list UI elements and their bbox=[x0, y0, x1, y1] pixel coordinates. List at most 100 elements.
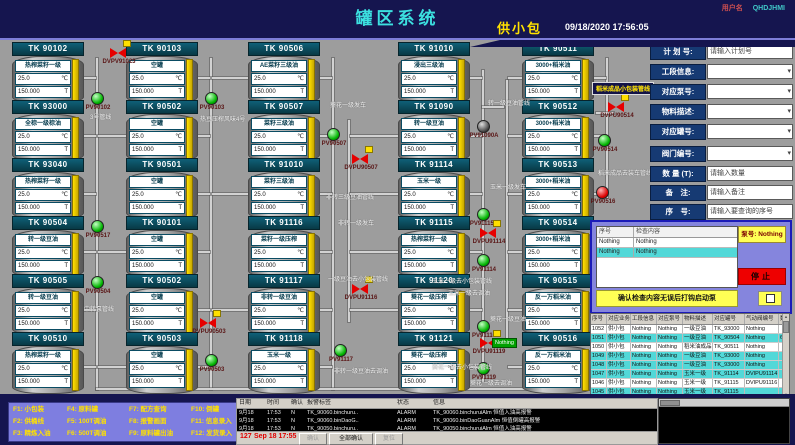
scroll-thumb[interactable] bbox=[783, 321, 789, 333]
function-key-F5[interactable]: F5: 100T调油 bbox=[67, 416, 129, 428]
tank-number-select[interactable] bbox=[707, 124, 793, 139]
function-key-F7[interactable]: F7: 配方查询 bbox=[129, 404, 191, 416]
tank-id-plate[interactable]: TK 91090 bbox=[398, 100, 470, 114]
tank-id-plate[interactable]: TK 91115 bbox=[398, 216, 470, 230]
quantity-input[interactable]: 请输入数量 bbox=[707, 166, 793, 181]
alarm-row[interactable]: 9月1817:53NTK_90060.binDaoG..ALARMTK_9006… bbox=[237, 417, 657, 425]
tank-id-plate[interactable]: TK 90512 bbox=[522, 100, 594, 114]
tank-id-plate[interactable]: TK 90516 bbox=[522, 332, 594, 346]
query-table-scrollbar[interactable]: ▲ ▼ bbox=[782, 314, 789, 398]
valve-PV90102[interactable]: PV90102 bbox=[91, 92, 104, 105]
horizontal-scrollbar[interactable] bbox=[659, 399, 789, 407]
valve-DVPU90514[interactable]: DVPU90514 bbox=[608, 102, 624, 112]
valve-PV90103[interactable]: PV90103 bbox=[205, 92, 218, 105]
valve-PV90516[interactable]: PV90516 bbox=[596, 186, 609, 199]
tank-id-plate[interactable]: TK 91118 bbox=[248, 332, 320, 346]
tank-id-plate[interactable]: TK 90101 bbox=[126, 216, 198, 230]
start-pump-checkbox[interactable] bbox=[758, 291, 782, 306]
tank-id-plate[interactable]: TK 91116 bbox=[248, 216, 320, 230]
tank-id-plate[interactable]: TK 90504 bbox=[12, 216, 84, 230]
query-table-row[interactable]: 1046供小包NothingNothing玉米一级TK_91115DVIPU91… bbox=[591, 379, 789, 388]
section-info-select[interactable] bbox=[707, 64, 793, 79]
tank-body: 3000+稻米油25.0℃150.000T bbox=[522, 114, 594, 162]
valve-DVPU91114[interactable]: DVPU91114 bbox=[480, 228, 496, 238]
function-key-F10[interactable]: F10: 倒罐 bbox=[191, 404, 237, 416]
function-key-F1[interactable]: F1: 小包装 bbox=[13, 404, 67, 416]
weight-readout: 150.000T bbox=[15, 376, 71, 388]
query-table-row[interactable]: 1047供小包NothingNothing玉米一级TK_91114DVIPU91… bbox=[591, 370, 789, 379]
tank-id-plate[interactable]: TK 90102 bbox=[12, 42, 84, 56]
query-table-row[interactable]: 1051供小包NothingNothing一级豆油TK_90504Nothing… bbox=[591, 334, 789, 343]
valve-PV91114[interactable]: PV91114 bbox=[477, 254, 490, 267]
tank-id-plate[interactable]: TK 90502 bbox=[126, 274, 198, 288]
tank-id-plate[interactable]: TK 90510 bbox=[12, 332, 84, 346]
scroll-up-icon[interactable]: ▲ bbox=[783, 314, 789, 320]
valve-PV91117[interactable]: PV91117 bbox=[334, 344, 347, 357]
valve-PV90517[interactable]: PV90517 bbox=[91, 220, 104, 233]
alarm-button-全部确认[interactable]: 全部确认 bbox=[329, 433, 373, 445]
query-table-row[interactable]: 1052供小包NothingNothing一级豆油TK_93000Nothing bbox=[591, 325, 789, 334]
alarm-cell: N bbox=[289, 417, 305, 425]
tank-id-plate[interactable]: TK 90515 bbox=[522, 274, 594, 288]
pump-number-select[interactable] bbox=[707, 84, 793, 99]
valve-DVPV91023[interactable]: DVPV91023 bbox=[110, 48, 126, 58]
material-label: 3000+稻米油 bbox=[525, 234, 581, 246]
tank-id-plate[interactable]: TK 90513 bbox=[522, 158, 594, 172]
valve-PV90514[interactable]: PV90514 bbox=[598, 134, 611, 147]
function-key-F6[interactable]: F6: 500T调油 bbox=[67, 428, 129, 440]
query-table-row[interactable]: 1048供小包NothingNothing一级豆油TK_93000Nothing bbox=[591, 361, 789, 370]
valve-DVPU90503[interactable]: DVPU90503 bbox=[200, 318, 216, 328]
function-key-F12[interactable]: F12: 发货录入 bbox=[191, 428, 237, 440]
tank-id-plate[interactable]: TK 91117 bbox=[248, 274, 320, 288]
check-list-row[interactable]: NothingNothing bbox=[597, 238, 737, 248]
serial-query-input[interactable]: 请输入要查询的序号 bbox=[707, 204, 793, 219]
tank-body: 空罐25.0℃150.000T bbox=[126, 114, 198, 162]
tank-TK-91117: TK 91117非转一级豆油25.0℃150.000T bbox=[248, 274, 320, 336]
tank-id-plate[interactable]: TK 91121 bbox=[398, 332, 470, 346]
temperature-readout: 25.0℃ bbox=[129, 305, 185, 317]
valve-PV91090A[interactable]: PV91090A bbox=[477, 120, 490, 133]
tank-id-plate[interactable]: TK 91010 bbox=[398, 42, 470, 56]
valve-PV90507[interactable]: PV90507 bbox=[327, 128, 340, 141]
tank-id-plate[interactable]: TK 90507 bbox=[248, 100, 320, 114]
temp-value: 25.0 bbox=[404, 306, 416, 316]
tank-id-plate[interactable]: TK 91010 bbox=[248, 158, 320, 172]
tank-id-plate[interactable]: TK 93000 bbox=[12, 100, 84, 114]
pipe-segment bbox=[198, 193, 210, 195]
weight-value: 150.000 bbox=[254, 203, 276, 213]
temperature-readout: 25.0℃ bbox=[129, 189, 185, 201]
tank-id-plate[interactable]: TK 90502 bbox=[126, 100, 198, 114]
tank-id-plate[interactable]: TK 90506 bbox=[248, 42, 320, 56]
stop-button[interactable]: 停止 bbox=[738, 268, 786, 285]
valve-PV91116[interactable]: PV91116 bbox=[477, 320, 490, 333]
tank-id-plate[interactable]: TK 90505 bbox=[12, 274, 84, 288]
tank-id-plate[interactable]: TK 90514 bbox=[522, 216, 594, 230]
query-table-row[interactable]: 1050供小包NothingNothing稻米油成品TK_90511Nothin… bbox=[591, 343, 789, 352]
valve-PV90504[interactable]: PV90504 bbox=[91, 276, 104, 289]
tank-id-plate[interactable]: TK 90103 bbox=[126, 42, 198, 56]
function-key-F9[interactable]: F9: 原料罐出油 bbox=[129, 428, 191, 440]
query-table-row[interactable]: 1049供小包NothingNothing一级豆油TK_93000Nothing bbox=[591, 352, 789, 361]
alarm-cell: ALARM bbox=[395, 409, 431, 417]
function-key-F8[interactable]: F8: 报警画面 bbox=[129, 416, 191, 428]
valve-PV91115A[interactable]: PV91115A bbox=[477, 208, 490, 221]
pipe-segment bbox=[320, 309, 332, 311]
tank-id-plate[interactable]: TK 90501 bbox=[126, 158, 198, 172]
hscroll-thumb[interactable] bbox=[660, 400, 680, 406]
tank-id-plate[interactable]: TK 91114 bbox=[398, 158, 470, 172]
tank-info: 热榨菜籽一级25.0℃150.000T bbox=[401, 234, 457, 273]
level-stripe-indicator bbox=[186, 233, 193, 275]
valve-DVPU91116[interactable]: DVPU91116 bbox=[352, 284, 368, 294]
function-key-F11[interactable]: F11: 信息录入 bbox=[191, 416, 237, 428]
function-key-F2[interactable]: F2: 供桶线 bbox=[13, 416, 67, 428]
function-key-F3[interactable]: F3: 精炼入油 bbox=[13, 428, 67, 440]
valve-PV90503[interactable]: PV90503 bbox=[205, 354, 218, 367]
material-desc-select[interactable] bbox=[707, 104, 793, 119]
check-list-row[interactable]: NothingNothing bbox=[597, 248, 737, 258]
valve-DVPU90507[interactable]: DVPU90507 bbox=[352, 154, 368, 164]
function-key-F4[interactable]: F4: 原料罐 bbox=[67, 404, 129, 416]
remark-input[interactable]: 请输入备注 bbox=[707, 185, 793, 200]
alarm-row[interactable]: 9月1817:53NTK_90060.binchuru..ALARMTK_900… bbox=[237, 409, 657, 417]
valve-number-select[interactable] bbox=[707, 146, 793, 161]
tank-id-plate[interactable]: TK 93040 bbox=[12, 158, 84, 172]
